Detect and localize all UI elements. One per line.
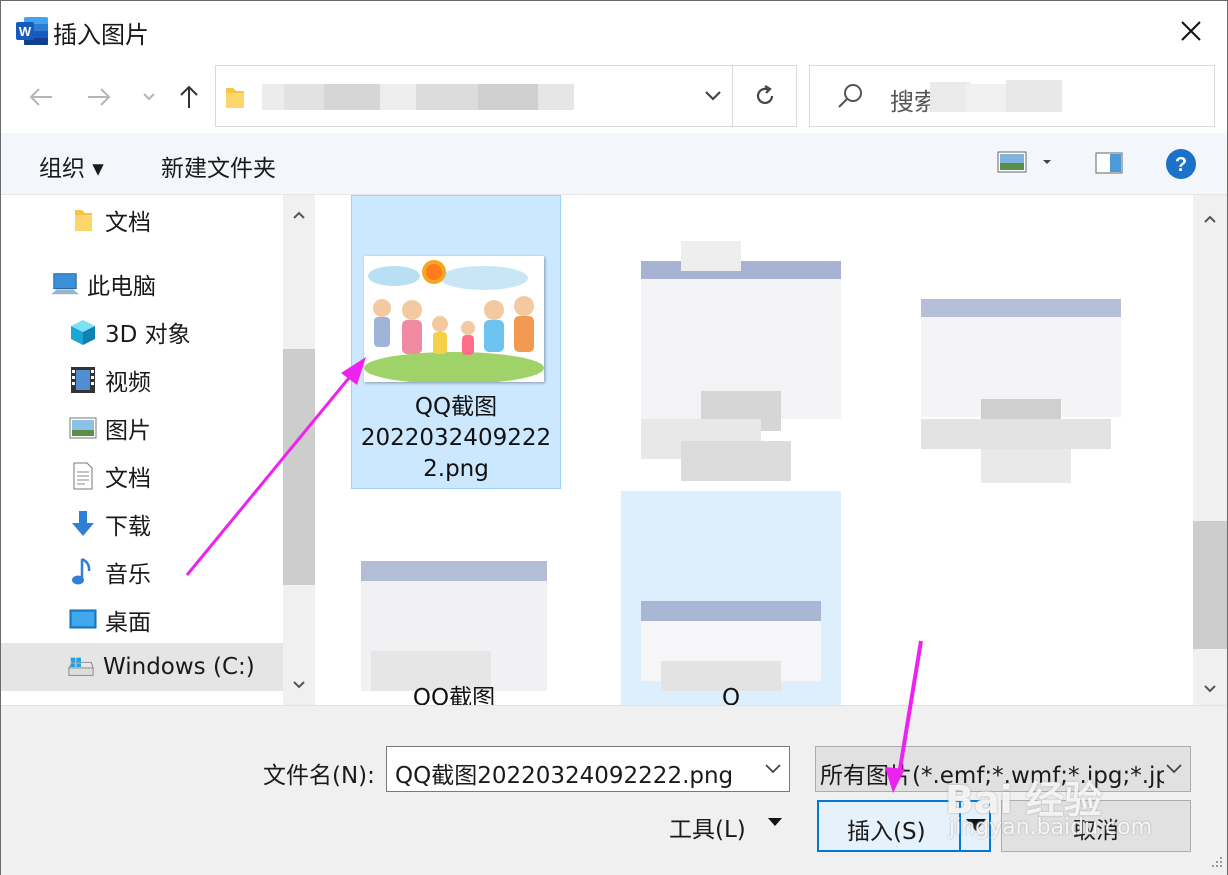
file-item-blurred[interactable]: Q bbox=[621, 491, 841, 705]
refresh-icon bbox=[756, 85, 773, 105]
tree-item-videos[interactable]: 视频 bbox=[69, 357, 151, 403]
cube-icon bbox=[69, 318, 97, 346]
file-item-qq-screenshot-selected[interactable]: QQ截图 2022032409222 2.png bbox=[351, 195, 561, 489]
up-button[interactable] bbox=[169, 77, 209, 117]
file-list-scrollbar[interactable] bbox=[1193, 195, 1227, 705]
computer-icon bbox=[51, 270, 79, 298]
dialog-title: 插入图片 bbox=[53, 21, 149, 49]
chevron-down-icon bbox=[143, 93, 155, 101]
resize-grip-icon[interactable] bbox=[1209, 853, 1223, 872]
tree-item-downloads[interactable]: 下载 bbox=[69, 501, 151, 547]
tree-item-documents-quick[interactable]: 文档 bbox=[69, 197, 151, 243]
file-item-blurred[interactable]: QQ截图 bbox=[361, 561, 547, 705]
help-button[interactable]: ? bbox=[1165, 148, 1197, 184]
file-type-value: 所有图片(*.emf;*.wmf;*.jpg;*.jp bbox=[820, 763, 1171, 789]
drive-icon bbox=[67, 653, 95, 681]
music-icon bbox=[69, 557, 97, 586]
view-thumbnail-icon bbox=[997, 151, 1051, 173]
tree-item-music[interactable]: 音乐 bbox=[69, 549, 151, 595]
up-arrow-icon bbox=[180, 85, 198, 108]
organize-menu[interactable]: 组织 ▾ bbox=[39, 149, 104, 183]
recent-locations-button[interactable] bbox=[129, 77, 169, 117]
file-item-blurred[interactable] bbox=[921, 299, 1121, 489]
tree-item-documents[interactable]: 文档 bbox=[69, 453, 151, 499]
tree-item-desktop[interactable]: 桌面 bbox=[69, 597, 151, 643]
back-arrow-icon bbox=[29, 88, 52, 106]
scrollbar-thumb[interactable] bbox=[1193, 521, 1227, 649]
address-bar[interactable] bbox=[215, 65, 797, 127]
search-text-blurred bbox=[930, 78, 1070, 118]
refresh-button[interactable] bbox=[732, 66, 796, 126]
video-icon bbox=[69, 366, 97, 394]
file-type-select[interactable]: 所有图片(*.emf;*.wmf;*.jpg;*.jp bbox=[815, 746, 1191, 792]
svg-text:W: W bbox=[19, 24, 32, 39]
insert-button-label: 插入(S) bbox=[847, 819, 926, 845]
caret-down-icon[interactable] bbox=[767, 814, 783, 833]
navigation-bar: 搜索 bbox=[1, 63, 1227, 133]
search-icon bbox=[836, 82, 864, 114]
scroll-up-arrow[interactable] bbox=[283, 199, 315, 231]
scrollbar-thumb[interactable] bbox=[283, 349, 315, 585]
command-toolbar: 组织 ▾ 新建文件夹 ? bbox=[1, 133, 1227, 195]
filename-label: 文件名(N): bbox=[263, 763, 375, 789]
file-item-blurred[interactable] bbox=[641, 241, 841, 491]
chevron-down-icon[interactable] bbox=[763, 757, 783, 783]
chevron-down-icon bbox=[1164, 757, 1184, 783]
document-icon bbox=[69, 462, 97, 490]
cancel-button[interactable]: 取消 bbox=[1001, 800, 1191, 852]
picture-icon bbox=[69, 414, 97, 442]
forward-button[interactable] bbox=[79, 77, 119, 117]
navigation-pane: 文档 此电脑 3D 对象 视频 图片 文档 下载 音乐 桌面 Windows (… bbox=[1, 195, 283, 705]
filename-input[interactable]: QQ截图20220324092222.png bbox=[386, 746, 790, 792]
split-divider bbox=[959, 802, 961, 850]
scroll-down-arrow[interactable] bbox=[283, 669, 315, 701]
insert-button[interactable]: 插入(S) bbox=[817, 800, 991, 852]
folder-icon bbox=[224, 84, 246, 114]
close-button[interactable] bbox=[1155, 1, 1227, 61]
tree-item-3d-objects[interactable]: 3D 对象 bbox=[69, 309, 191, 355]
scroll-down-arrow[interactable] bbox=[1194, 673, 1226, 705]
forward-arrow-icon bbox=[88, 88, 111, 106]
desktop-icon bbox=[69, 606, 97, 634]
back-button[interactable] bbox=[21, 77, 61, 117]
preview-pane-icon bbox=[1095, 152, 1123, 174]
scroll-up-arrow[interactable] bbox=[1194, 203, 1226, 235]
file-list: QQ截图 2022032409222 2.png QQ截图 Q bbox=[315, 195, 1193, 705]
folder-icon bbox=[69, 206, 97, 234]
new-folder-button[interactable]: 新建文件夹 bbox=[161, 149, 276, 183]
tree-item-pictures[interactable]: 图片 bbox=[69, 405, 151, 451]
tools-menu[interactable]: 工具(L) bbox=[669, 810, 746, 844]
chevron-down-icon bbox=[705, 91, 721, 101]
preview-pane-button[interactable] bbox=[1095, 151, 1123, 179]
tree-item-this-pc[interactable]: 此电脑 bbox=[51, 261, 156, 307]
address-path-blurred bbox=[262, 84, 682, 114]
cancel-button-label: 取消 bbox=[1073, 818, 1119, 844]
change-view-button[interactable] bbox=[997, 149, 1057, 179]
download-icon bbox=[69, 510, 97, 538]
tree-item-windows-c[interactable]: Windows (C:) bbox=[1, 643, 283, 691]
address-dropdown[interactable] bbox=[696, 66, 730, 126]
search-box[interactable]: 搜索 bbox=[809, 65, 1215, 127]
file-thumbnail bbox=[364, 256, 544, 384]
navigation-pane-scrollbar[interactable] bbox=[283, 195, 315, 705]
caret-down-icon[interactable] bbox=[965, 816, 987, 838]
svg-text:?: ? bbox=[1175, 154, 1187, 176]
close-icon bbox=[1181, 21, 1201, 41]
word-icon: W bbox=[16, 17, 48, 45]
title-bar: W 插入图片 bbox=[1, 1, 1227, 63]
insert-picture-dialog: W 插入图片 搜索 组织 ▾ 新建文件夹 ? 文档 此电脑 3D 对象 视频 图… bbox=[0, 0, 1228, 875]
filename-value: QQ截图20220324092222.png bbox=[395, 763, 734, 789]
help-icon: ? bbox=[1166, 149, 1196, 179]
dialog-footer: 文件名(N): QQ截图20220324092222.png 所有图片(*.em… bbox=[1, 705, 1227, 875]
